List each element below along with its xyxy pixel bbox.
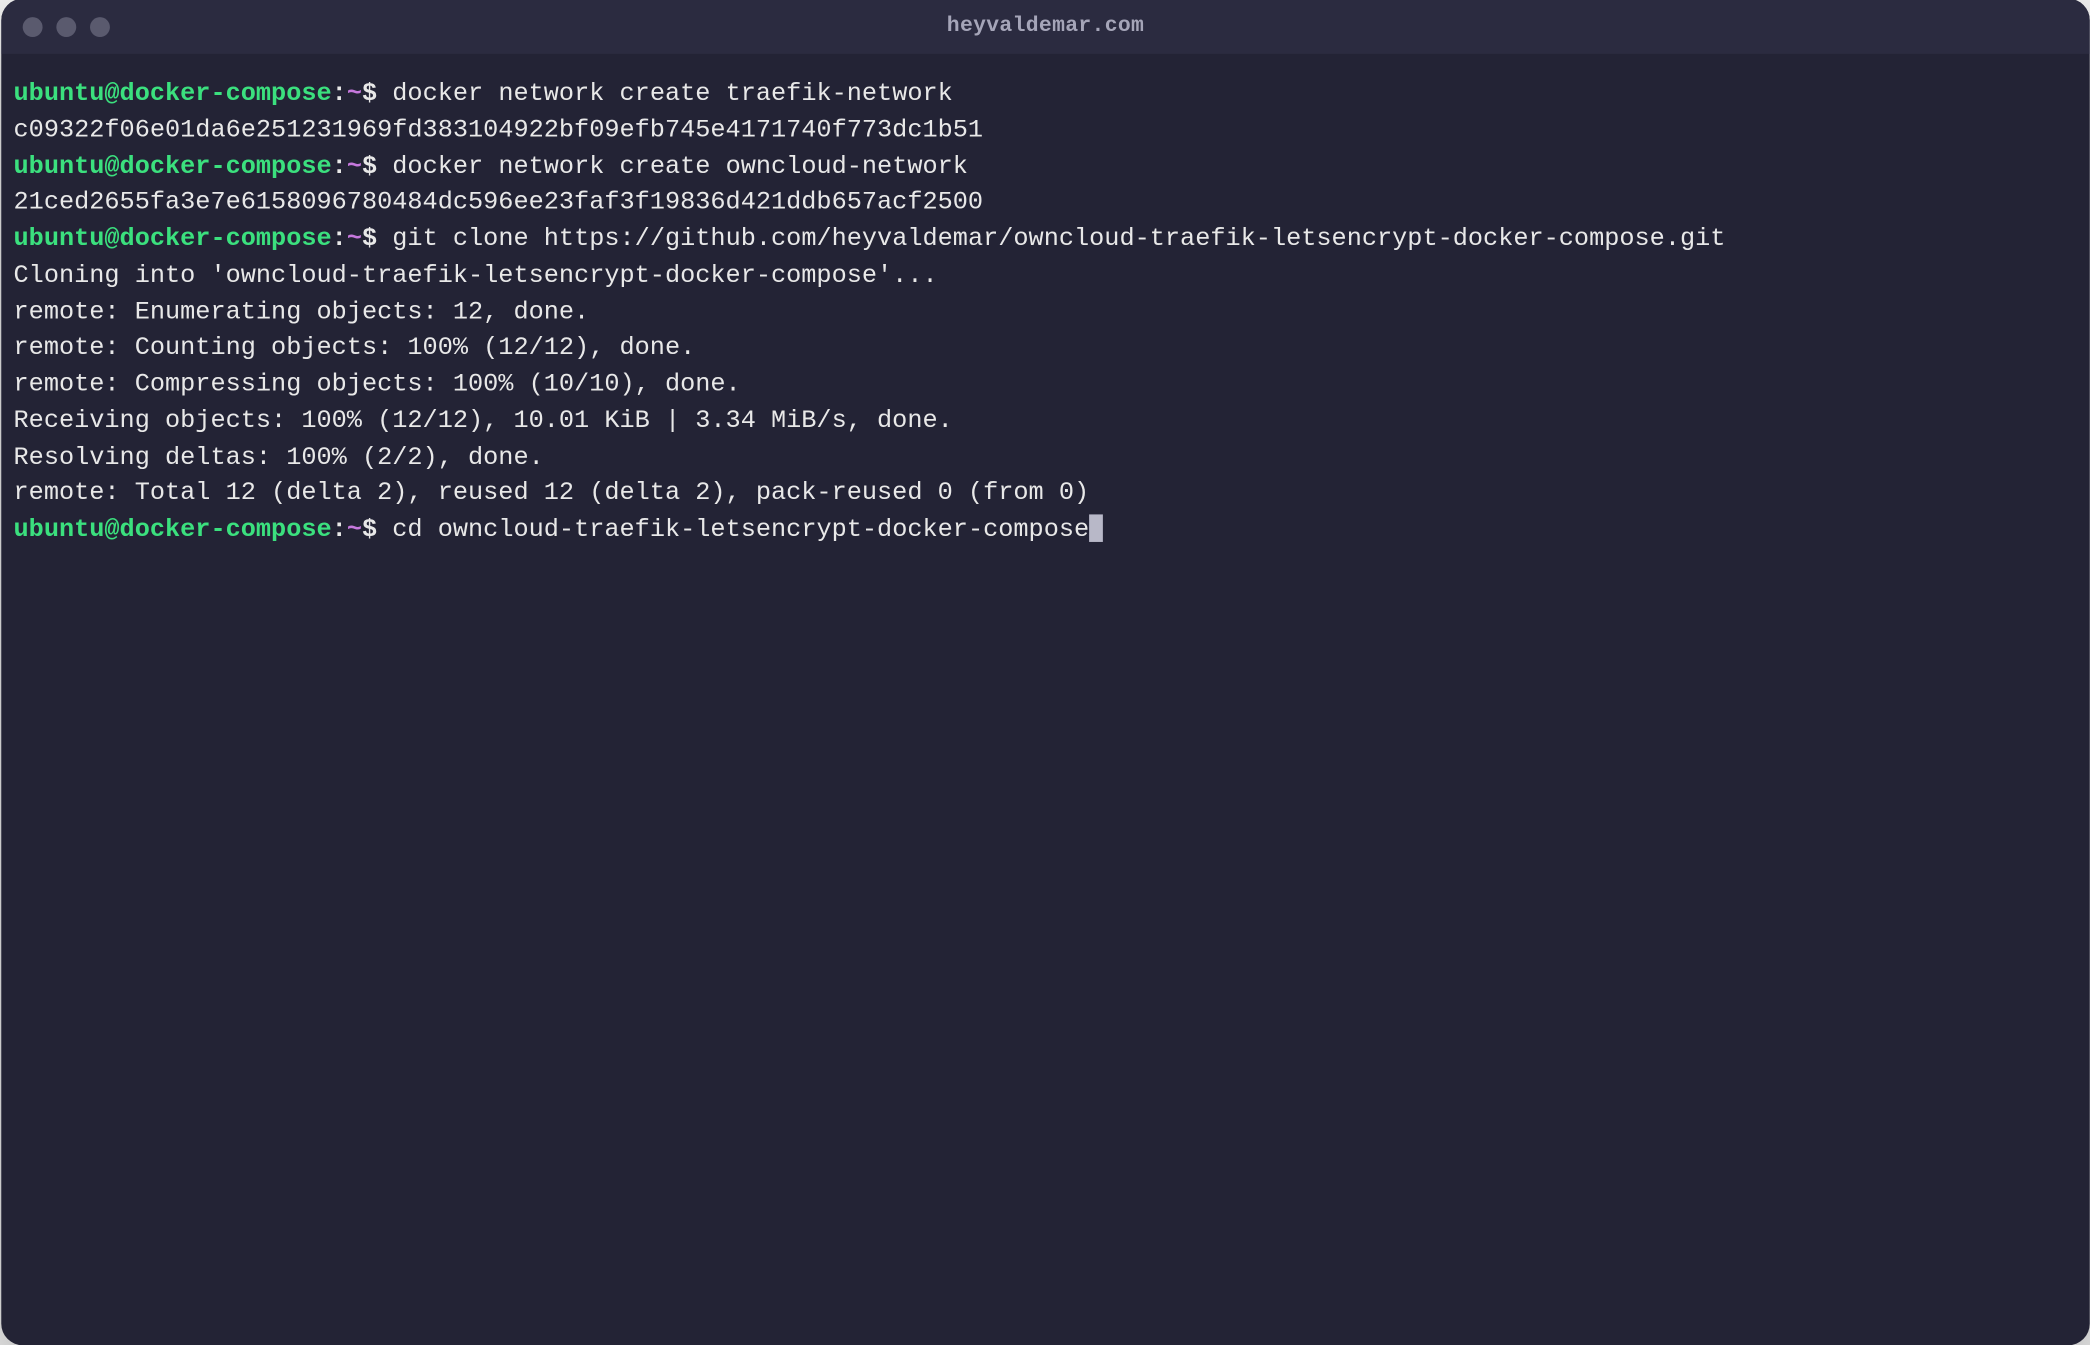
titlebar: heyvaldemar.com [1,0,2089,54]
terminal-line: c09322f06e01da6e251231969fd383104922bf09… [13,112,2077,148]
terminal-line: remote: Compressing objects: 100% (10/10… [13,366,2077,402]
prompt-dollar: $ [361,514,376,543]
prompt-dollar: $ [361,78,376,107]
terminal-line: Resolving deltas: 100% (2/2), done. [13,439,2077,475]
terminal-line: Cloning into 'owncloud-traefik-letsencry… [13,257,2077,293]
terminal-window: heyvaldemar.com ubuntu@docker-compose:~$… [1,0,2089,1345]
prompt-dollar: $ [361,151,376,180]
prompt-path: ~ [346,224,361,253]
terminal-line: ubuntu@docker-compose:~$ git clone https… [13,221,2077,257]
window-title: heyvaldemar.com [1,14,2089,38]
prompt-path: ~ [346,78,361,107]
terminal-line: remote: Counting objects: 100% (12/12), … [13,330,2077,366]
prompt-path: ~ [346,151,361,180]
prompt-user: ubuntu@docker-compose [13,78,331,107]
prompt-colon: : [331,151,346,180]
prompt-path: ~ [346,514,361,543]
minimize-icon[interactable] [56,16,76,36]
terminal-line: remote: Enumerating objects: 12, done. [13,293,2077,329]
terminal-line: 21ced2655fa3e7e6158096780484dc596ee23faf… [13,184,2077,220]
terminal-line: Receiving objects: 100% (12/12), 10.01 K… [13,402,2077,438]
command-text: cd owncloud-traefik-letsencrypt-docker-c… [377,514,1089,543]
prompt-user: ubuntu@docker-compose [13,514,331,543]
prompt-user: ubuntu@docker-compose [13,151,331,180]
prompt-dollar: $ [361,224,376,253]
command-text: docker network create traefik-network [377,78,953,107]
terminal-line: remote: Total 12 (delta 2), reused 12 (d… [13,475,2077,511]
prompt-colon: : [331,514,346,543]
close-icon[interactable] [22,16,42,36]
terminal-body[interactable]: ubuntu@docker-compose:~$ docker network … [1,54,2089,1345]
terminal-line: ubuntu@docker-compose:~$ cd owncloud-tra… [13,511,2077,547]
command-text: git clone https://github.com/heyvaldemar… [377,224,1725,253]
terminal-line: ubuntu@docker-compose:~$ docker network … [13,148,2077,184]
prompt-user: ubuntu@docker-compose [13,224,331,253]
prompt-colon: : [331,224,346,253]
zoom-icon[interactable] [90,16,110,36]
prompt-colon: : [331,78,346,107]
terminal-line: ubuntu@docker-compose:~$ docker network … [13,75,2077,111]
command-text: docker network create owncloud-network [377,151,968,180]
traffic-lights [22,16,109,36]
cursor-icon [1089,514,1103,542]
